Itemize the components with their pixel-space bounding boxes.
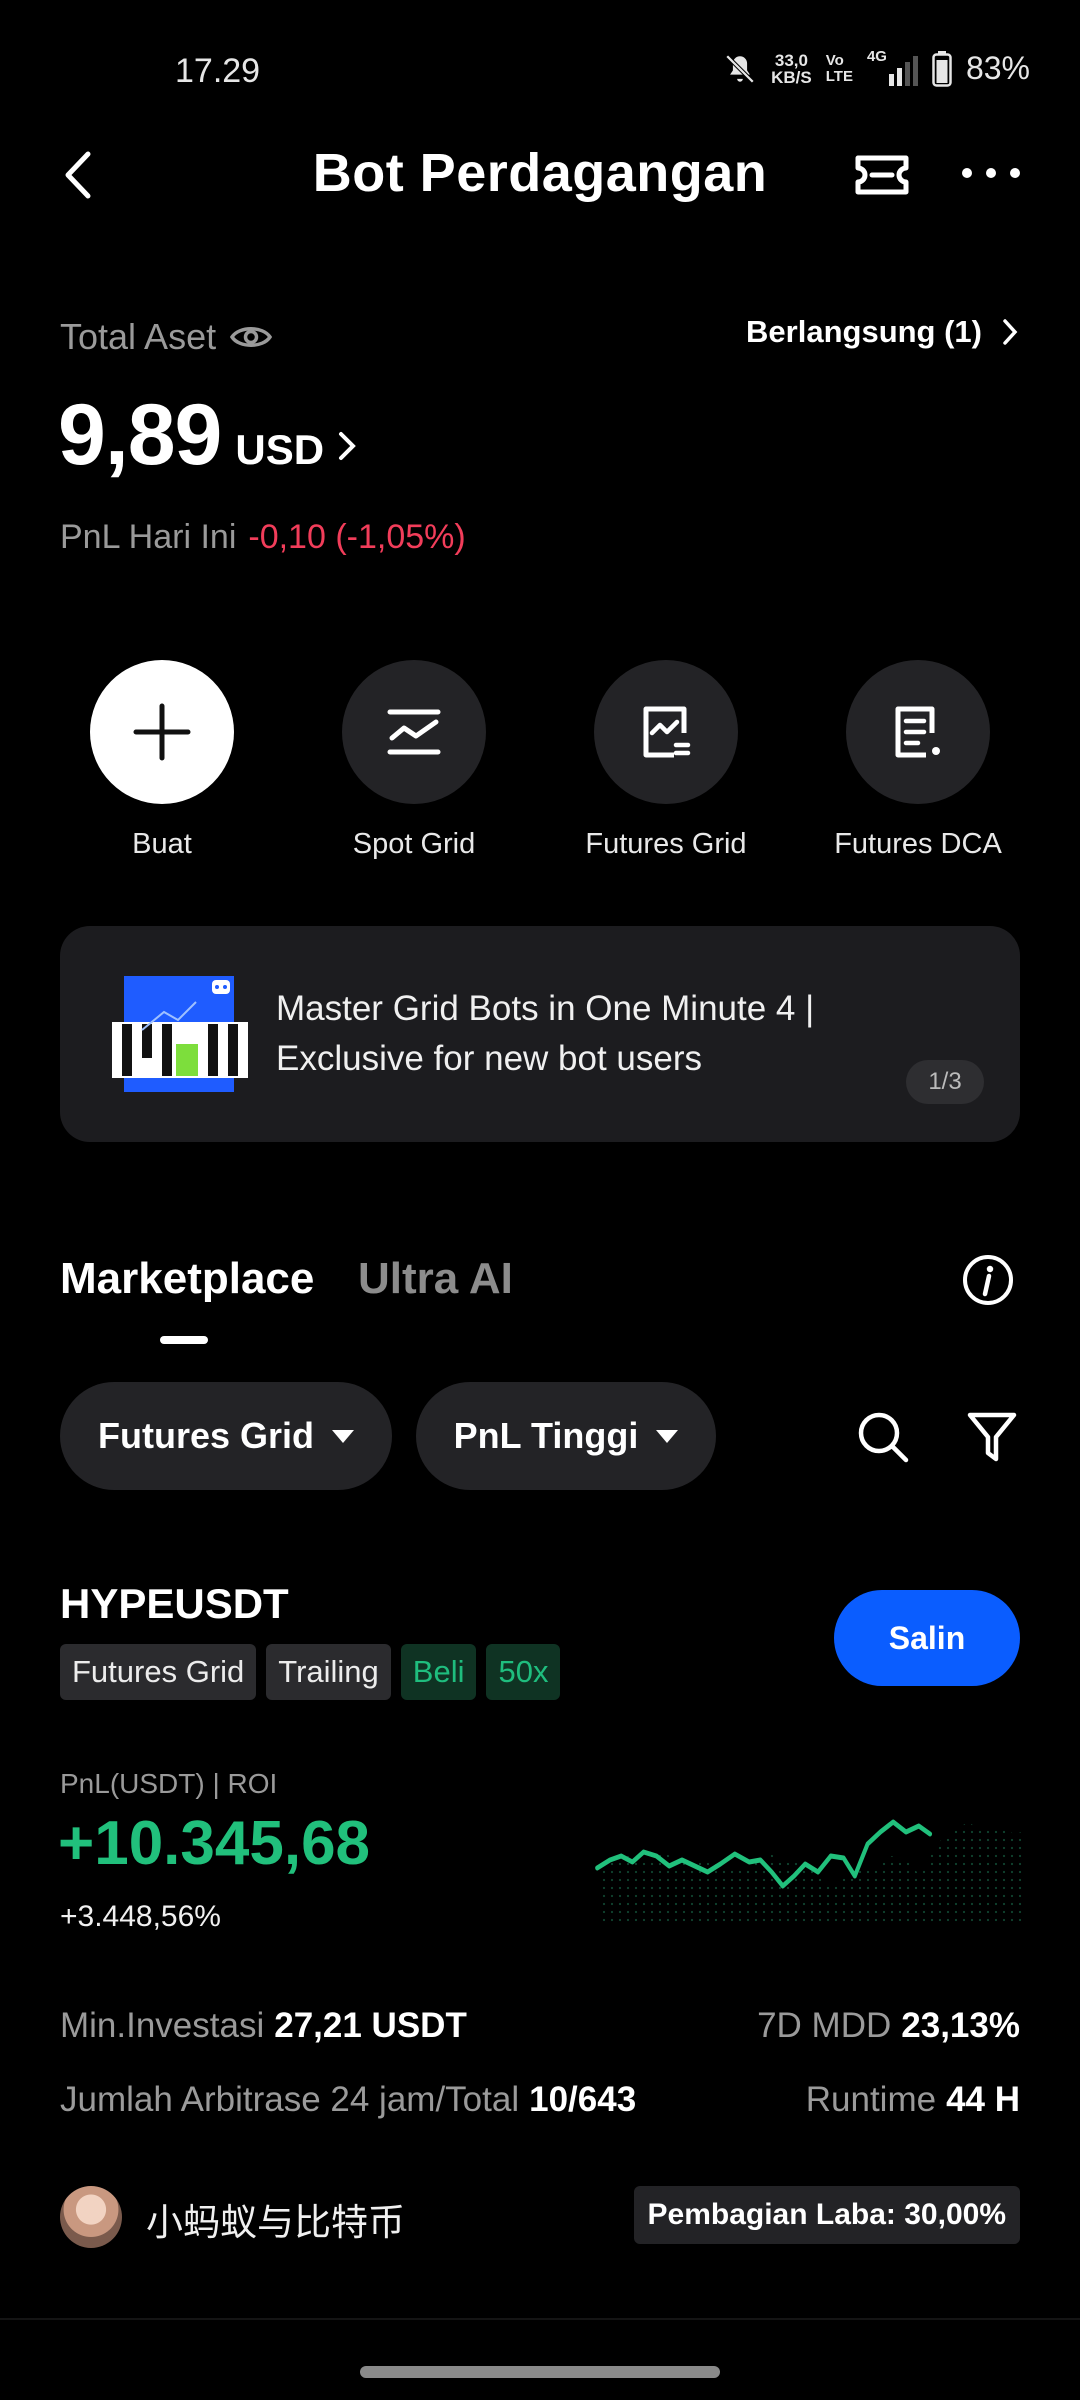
caret-down-icon (656, 1429, 679, 1443)
tab-ultra-ai[interactable]: Ultra AI (358, 1254, 513, 1304)
eye-icon[interactable] (230, 322, 273, 352)
bot-type-dropdown[interactable]: Futures Grid (60, 1382, 392, 1490)
futures-dca-icon (895, 706, 940, 758)
avatar[interactable] (60, 2186, 122, 2248)
create-bot-button[interactable]: Buat (52, 660, 272, 861)
profit-share-badge: Pembagian Laba: 30,00% (633, 2186, 1020, 2244)
net-speed: 33,0 KB/S (771, 50, 812, 87)
sort-dropdown[interactable]: PnL Tinggi (416, 1382, 716, 1490)
banner-text: Master Grid Bots in One Minute 4 | Exclu… (276, 989, 815, 1078)
volte-icon: Vo LTE (825, 51, 853, 85)
divider (0, 2318, 1080, 2320)
bot-tags: Futures Grid Trailing Beli 50x (60, 1644, 561, 1700)
creator-name[interactable]: 小蚂蚁与比特币 (146, 2192, 405, 2246)
caret-down-icon (332, 1429, 355, 1443)
tag-direction: Beli (400, 1644, 477, 1700)
ticket-icon[interactable] (852, 150, 912, 200)
bot-pair: HYPEUSDT (60, 1580, 289, 1627)
filter-icon[interactable] (966, 1410, 1018, 1464)
tag-mode: Trailing (266, 1644, 391, 1700)
plus-icon (133, 703, 191, 761)
spot-grid-button[interactable]: Spot Grid (304, 660, 524, 861)
grid-bot-illustration (112, 976, 248, 1092)
today-pnl-value: -0,10 (-1,05%) (248, 518, 466, 556)
active-tab-indicator (160, 1336, 208, 1344)
bot-type-value: Futures Grid (97, 1415, 315, 1456)
chevron-right-icon (1003, 319, 1018, 345)
total-assets-amount[interactable]: 9,89 USD (58, 386, 358, 485)
search-icon[interactable] (856, 1410, 910, 1464)
info-icon[interactable] (962, 1254, 1014, 1306)
tag-type: Futures Grid (60, 1644, 257, 1700)
sort-value: PnL Tinggi (453, 1415, 639, 1456)
mute-icon (725, 54, 755, 83)
banner-pager: 1/3 (906, 1060, 984, 1104)
signal-icon: 4G (867, 48, 918, 86)
today-pnl: PnL Hari Ini -0,10 (-1,05%) (60, 518, 466, 556)
copy-button[interactable]: Salin (834, 1590, 1020, 1686)
total-assets-label: Total Aset (60, 316, 273, 358)
page-title: Bot Perdagangan (312, 143, 768, 203)
runtime: Runtime 44 H (805, 2080, 1020, 2119)
arbitrage-count: Jumlah Arbitrase 24 jam/Total 10/643 (60, 2080, 637, 2119)
amount-value: 9,89 (58, 387, 222, 483)
battery-percent: 83% (965, 50, 1030, 86)
futures-dca-button[interactable]: Futures DCA (808, 660, 1028, 861)
status-time: 17.29 (175, 52, 261, 90)
running-bots-link[interactable]: Berlangsung (1) (746, 314, 1018, 350)
home-indicator[interactable] (360, 2366, 720, 2378)
amount-currency: USD (235, 426, 325, 473)
tag-leverage: 50x (486, 1644, 561, 1700)
pnl-sparkline (595, 1819, 1026, 1926)
more-icon[interactable] (958, 158, 1024, 188)
futures-grid-icon (643, 706, 691, 758)
roi-value: +3.448,56% (60, 1900, 221, 1933)
futures-grid-button[interactable]: Futures Grid (556, 660, 776, 861)
chevron-right-icon (339, 432, 356, 460)
spot-grid-icon (387, 709, 441, 755)
min-investment: Min.Investasi 27,21 USDT (60, 2006, 467, 2045)
promo-banner[interactable]: Master Grid Bots in One Minute 4 | Exclu… (60, 926, 1020, 1142)
seven-day-mdd: 7D MDD 23,13% (757, 2006, 1020, 2045)
pnl-value: +10.345,68 (58, 1809, 371, 1878)
pnl-roi-label: PnL(USDT) | ROI (60, 1768, 278, 1799)
status-icons: 33,0 KB/S Vo LTE 4G 83% (723, 48, 1030, 87)
tab-marketplace[interactable]: Marketplace (60, 1254, 314, 1304)
battery-icon (932, 50, 952, 87)
